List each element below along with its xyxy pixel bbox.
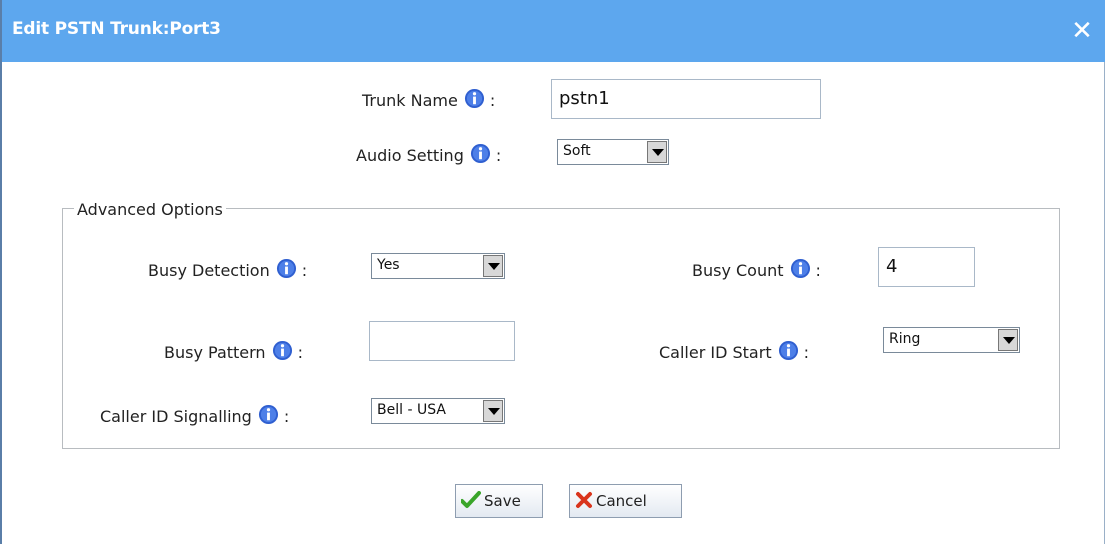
busy-detection-row-label: Busy Detection:: [148, 258, 307, 280]
dialog-title: Edit PSTN Trunk:Port3: [12, 19, 221, 39]
busy-detection-value: Yes: [377, 257, 400, 273]
info-icon[interactable]: [464, 88, 485, 109]
info-icon[interactable]: [258, 404, 279, 425]
caller-id-signalling-value: Bell - USA: [377, 402, 446, 418]
audio-setting-label: Audio Setting: [356, 146, 464, 165]
caller-id-signalling-label: Caller ID Signalling: [100, 407, 252, 426]
info-icon[interactable]: [470, 143, 491, 164]
audio-setting-value: Soft: [563, 143, 591, 159]
edit-trunk-dialog: Edit PSTN Trunk:Port3 ✕ Trunk Name: pstn…: [0, 0, 1105, 544]
info-icon[interactable]: [778, 340, 799, 361]
trunk-name-label: Trunk Name: [362, 91, 458, 110]
busy-pattern-row-label: Busy Pattern:: [164, 340, 303, 362]
save-button[interactable]: Save: [455, 484, 543, 518]
busy-pattern-input[interactable]: [369, 321, 515, 361]
colon: :: [803, 343, 809, 362]
audio-setting-row-label: Audio Setting:: [356, 143, 501, 165]
chevron-down-icon[interactable]: [483, 400, 503, 422]
busy-detection-select[interactable]: Yes: [371, 253, 505, 279]
info-icon[interactable]: [276, 258, 297, 279]
busy-count-input[interactable]: 4: [878, 247, 975, 287]
colon: :: [301, 261, 308, 280]
caller-id-start-value: Ring: [889, 331, 921, 347]
cancel-label: Cancel: [596, 492, 647, 510]
info-icon[interactable]: [790, 258, 811, 279]
caller-id-signalling-row-label: Caller ID Signalling:: [100, 404, 289, 426]
caller-id-start-select[interactable]: Ring: [883, 327, 1020, 353]
cancel-button[interactable]: Cancel: [569, 484, 682, 518]
caller-id-start-row-label: Caller ID Start:: [659, 340, 809, 362]
chevron-down-icon[interactable]: [998, 329, 1018, 351]
check-icon: [461, 491, 481, 508]
close-icon[interactable]: ✕: [1067, 14, 1097, 48]
colon: :: [495, 146, 502, 165]
dialog-titlebar: Edit PSTN Trunk:Port3 ✕: [2, 0, 1105, 62]
trunk-name-row-label: Trunk Name:: [362, 88, 495, 110]
busy-count-row-label: Busy Count:: [692, 258, 821, 280]
advanced-options-legend: Advanced Options: [74, 200, 226, 219]
save-label: Save: [484, 492, 521, 510]
x-icon: [576, 492, 592, 508]
colon: :: [297, 343, 303, 362]
colon: :: [489, 91, 496, 110]
trunk-name-input[interactable]: pstn1: [551, 79, 821, 119]
chevron-down-icon[interactable]: [647, 141, 667, 163]
colon: :: [815, 261, 821, 280]
caller-id-signalling-select[interactable]: Bell - USA: [371, 398, 505, 424]
info-icon[interactable]: [272, 340, 293, 361]
caller-id-start-label: Caller ID Start: [659, 343, 772, 362]
audio-setting-select[interactable]: Soft: [557, 139, 669, 165]
busy-pattern-label: Busy Pattern: [164, 343, 266, 362]
colon: :: [283, 407, 290, 426]
busy-count-label: Busy Count: [692, 261, 784, 280]
busy-detection-label: Busy Detection: [148, 261, 270, 280]
chevron-down-icon[interactable]: [483, 255, 503, 277]
